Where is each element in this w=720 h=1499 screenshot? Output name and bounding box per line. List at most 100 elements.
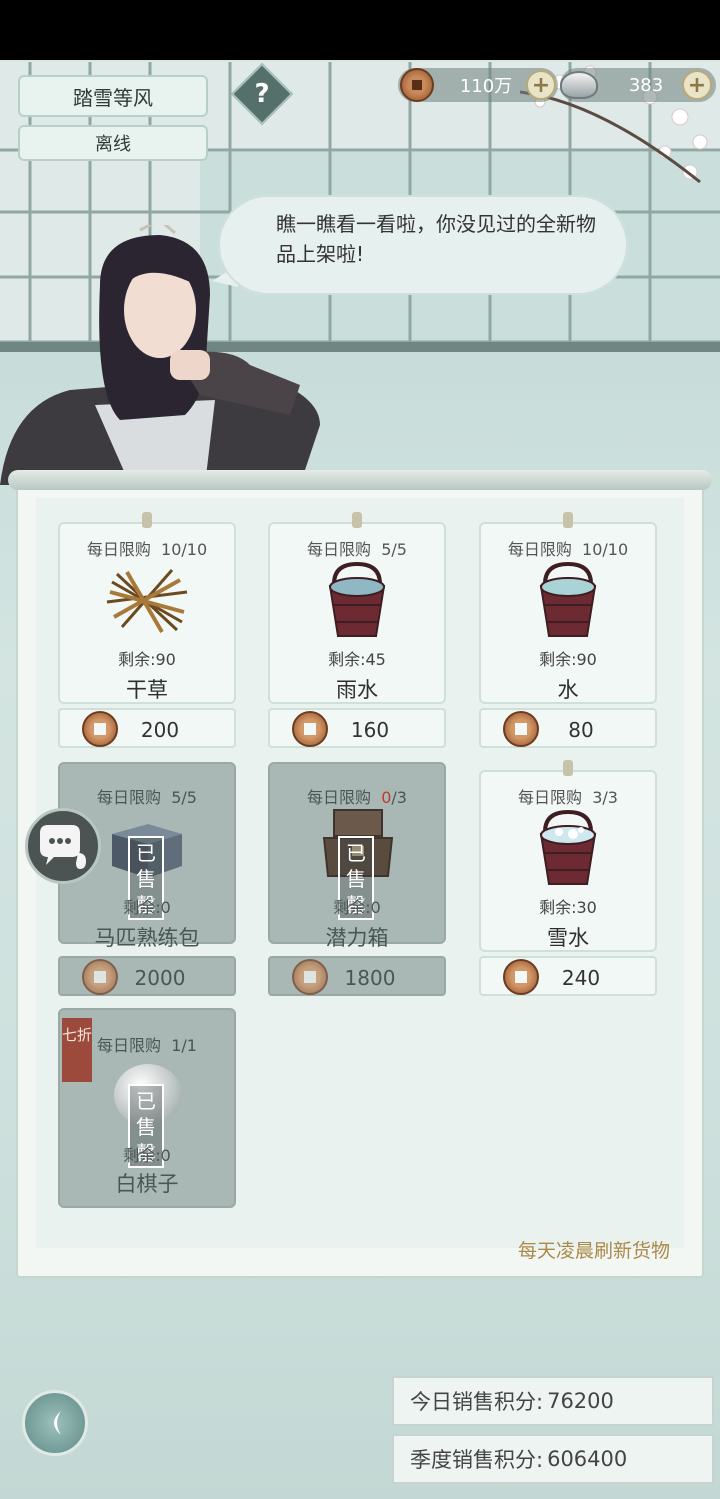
copper-coin-icon — [82, 959, 118, 995]
purchase-limit: 每日限购 5/5 — [268, 536, 446, 560]
sold-char: 售 — [346, 867, 366, 891]
card-hanger — [352, 512, 362, 528]
purchase-limit: 每日限购 0/3 — [268, 784, 446, 808]
remaining-count: 剩余:90 — [118, 650, 176, 669]
online-status-tag: 离线 — [18, 125, 208, 161]
season-score-value: 606400 — [547, 1447, 628, 1471]
limit-count: 5/5 — [381, 540, 407, 559]
snow-bucket-icon — [539, 809, 597, 885]
item-price: 200 — [140, 718, 180, 742]
status-text: 离线 — [95, 134, 131, 155]
player-name: 踏雪等风 — [73, 85, 153, 110]
shop-item-card[interactable]: 每日限购 10/10 剩余:90 水 80 — [479, 512, 657, 760]
sold-char: 售 — [136, 1115, 156, 1139]
season-score-label: 季度销售积分: — [410, 1448, 544, 1472]
buy-button[interactable]: 1800 — [268, 956, 446, 996]
buy-button[interactable]: 2000 — [58, 956, 236, 996]
copper-coin-icon — [400, 68, 434, 102]
player-name-tag[interactable]: 踏雪等风 — [18, 75, 208, 117]
item-name: 雨水 — [336, 678, 378, 702]
limit-count: 10/10 — [582, 540, 629, 559]
copper-coin-icon — [503, 711, 539, 747]
limit-count: 5/5 — [171, 788, 197, 807]
hay-icon — [106, 569, 188, 634]
shop-item-card[interactable]: 每日限购 0/3 已 售 罄 剩余:0 潜力箱 1800 — [268, 762, 446, 1000]
back-arrow-icon — [54, 1411, 61, 1435]
buy-button[interactable]: 160 — [268, 708, 446, 748]
remaining-count: 剩余:90 — [539, 650, 597, 669]
purchase-limit: 每日限购 3/3 — [479, 784, 657, 808]
copper-coin-icon — [82, 711, 118, 747]
rain-bucket-icon — [328, 561, 386, 637]
coin-counter: 110万 + — [398, 68, 558, 102]
item-price: 160 — [350, 718, 390, 742]
today-score-box: 今日销售积分: 76200 — [392, 1376, 714, 1426]
chat-bubble-icon — [40, 825, 86, 869]
back-button[interactable] — [22, 1390, 88, 1456]
item-price: 80 — [568, 718, 594, 742]
today-score-value: 76200 — [547, 1389, 614, 1413]
buy-button[interactable]: 240 — [479, 956, 657, 996]
silver-ingot-icon — [560, 71, 598, 99]
purchase-limit: 每日限购 10/10 — [479, 536, 657, 560]
sold-char: 已 — [136, 841, 156, 865]
card-hanger — [142, 512, 152, 528]
limit-used: 0 — [381, 788, 392, 807]
dialogue-text: 瞧一瞧看一看啦，你没见过的全新物品上架啦! — [276, 212, 596, 266]
buy-button[interactable]: 80 — [479, 708, 657, 748]
purchase-limit: 每日限购 10/10 — [58, 536, 236, 560]
limit-label: 每日限购 — [97, 1036, 162, 1055]
help-icon: ? — [254, 79, 270, 109]
remaining-count: 剩余:0 — [123, 898, 171, 917]
speech-bubble: 瞧一瞧看一看啦，你没见过的全新物品上架啦! — [218, 195, 628, 295]
shop-item-card[interactable]: 每日限购 5/5 剩余:45 雨水 160 — [268, 512, 446, 760]
shop-item-card[interactable]: 每日限购 5/5 已 售 罄 剩余:0 马匹熟练包 2000 — [58, 762, 236, 1000]
item-name: 水 — [557, 678, 579, 702]
limit-total: /3 — [391, 788, 407, 807]
purchase-limit: 每日限购 5/5 — [58, 784, 236, 808]
ingot-value: 383 — [628, 74, 664, 96]
chat-button[interactable] — [25, 808, 101, 884]
item-price: 1800 — [344, 966, 396, 990]
season-score-box: 季度销售积分: 606400 — [392, 1434, 714, 1484]
shop-item-card[interactable]: 每日限购 3/3 剩余:30 雪水 240 — [479, 760, 657, 1008]
refresh-note: 每天凌晨刷新货物 — [517, 1240, 670, 1262]
card-hanger — [563, 760, 573, 776]
remaining-count: 剩余:45 — [328, 650, 386, 669]
ingot-counter: 383 + — [560, 68, 716, 102]
limit-count: 3/3 — [592, 788, 618, 807]
sold-char: 已 — [346, 841, 366, 865]
remaining-count: 剩余:0 — [123, 1146, 171, 1165]
card-hanger — [563, 512, 573, 528]
copper-coin-icon — [292, 711, 328, 747]
limit-label: 每日限购 — [518, 788, 583, 807]
shop-item-card[interactable]: 每日限购 10/10 剩余:90 干草 200 — [58, 512, 236, 760]
item-name: 白棋子 — [115, 1172, 179, 1196]
sold-char: 已 — [136, 1089, 156, 1113]
coin-value: 110万 — [459, 76, 513, 97]
water-bucket-icon — [539, 561, 597, 637]
limit-count: 10/10 — [161, 540, 208, 559]
copper-coin-icon — [292, 959, 328, 995]
limit-label: 每日限购 — [307, 788, 372, 807]
item-name: 马匹熟练包 — [94, 926, 200, 950]
limit-label: 每日限购 — [507, 540, 572, 559]
add-ingots-button[interactable]: + — [682, 70, 712, 100]
copper-coin-icon — [503, 959, 539, 995]
item-price: 2000 — [134, 966, 186, 990]
limit-count: 1/1 — [171, 1036, 197, 1055]
status-bar — [0, 0, 720, 60]
buy-button[interactable]: 200 — [58, 708, 236, 748]
item-name: 雪水 — [547, 926, 589, 950]
shop-item-card[interactable]: 七折 每日限购 1/1 已 售 罄 剩余:0 白棋子 — [58, 1008, 236, 1208]
sold-char: 售 — [136, 867, 156, 891]
today-score-label: 今日销售积分: — [410, 1390, 544, 1414]
scroll-rod — [8, 470, 712, 490]
limit-label: 每日限购 — [307, 540, 372, 559]
remaining-count: 剩余:0 — [333, 898, 381, 917]
item-name: 潜力箱 — [325, 926, 389, 950]
limit-label: 每日限购 — [86, 540, 151, 559]
limit-label: 每日限购 — [97, 788, 162, 807]
remaining-count: 剩余:30 — [539, 898, 597, 917]
add-coins-button[interactable]: + — [526, 70, 556, 100]
